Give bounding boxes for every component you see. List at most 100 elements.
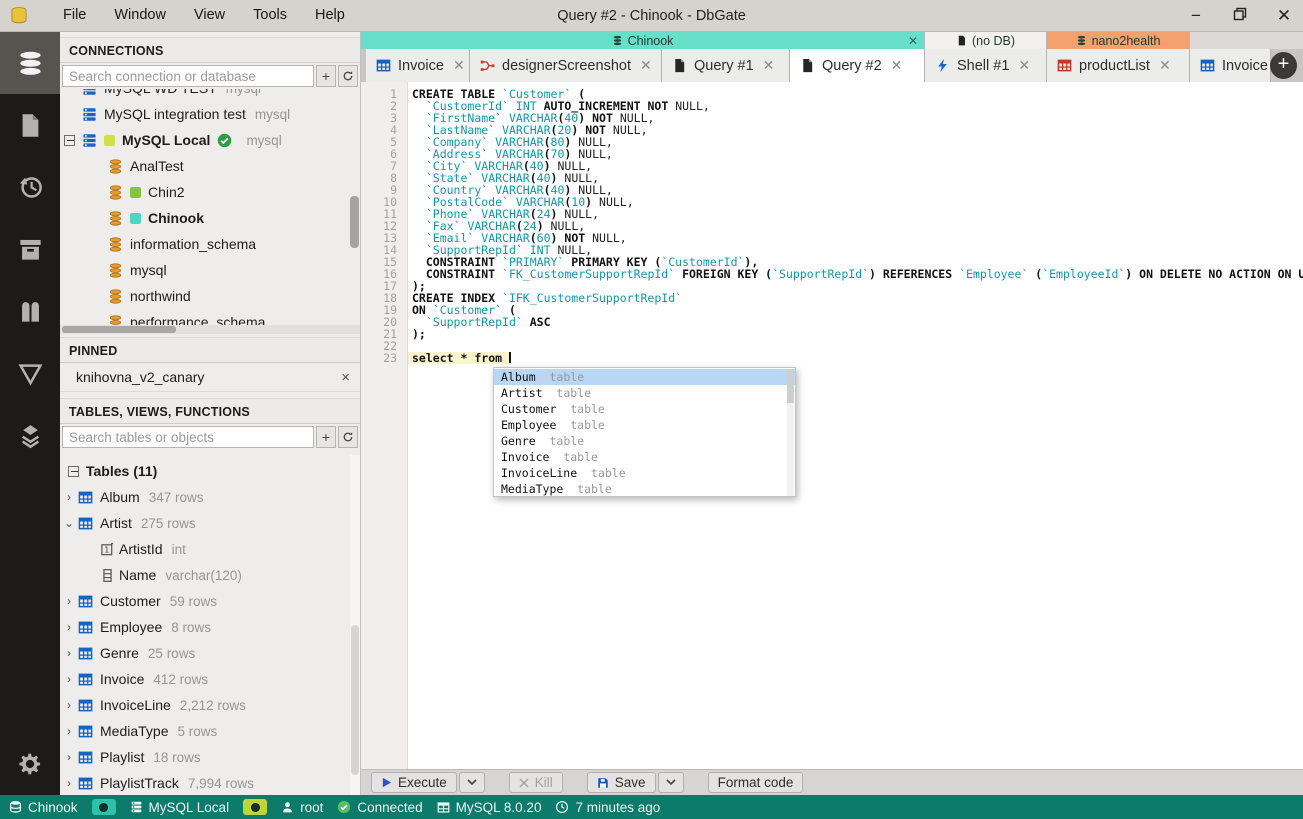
tab-query-1[interactable]: Query #1 ✕ bbox=[662, 49, 790, 82]
save-button[interactable]: Save bbox=[586, 772, 656, 793]
chevron-right-icon[interactable]: › bbox=[60, 724, 78, 738]
close-group-icon[interactable]: ✕ bbox=[908, 34, 918, 48]
chevron-right-icon[interactable]: › bbox=[60, 490, 78, 504]
tab-query-2[interactable]: Query #2 ✕ bbox=[790, 49, 925, 82]
connection-item[interactable]: MySQL WD TEST mysql bbox=[60, 89, 360, 101]
kill-button[interactable]: Kill bbox=[508, 772, 563, 793]
rail-app-layers-button[interactable] bbox=[0, 404, 60, 466]
objects-search-input[interactable] bbox=[62, 426, 314, 448]
statusbar-database[interactable]: Chinook bbox=[9, 800, 78, 815]
tab-shell-1[interactable]: Shell #1 ✕ bbox=[925, 49, 1047, 82]
format-code-button[interactable]: Format code bbox=[707, 772, 804, 793]
menu-view[interactable]: View bbox=[180, 0, 239, 31]
code-line[interactable]: 16 CONSTRAINT `FK_CustomerSupportRepId` … bbox=[361, 268, 1303, 280]
tab-invoice[interactable]: Invoice ✕ bbox=[366, 49, 470, 82]
close-tab-icon[interactable]: ✕ bbox=[453, 57, 465, 74]
tab-group-nano2health[interactable]: nano2health bbox=[1047, 32, 1190, 49]
autocomplete-item[interactable]: InvoiceLine table bbox=[494, 465, 795, 481]
autocomplete-item[interactable]: Employee table bbox=[494, 417, 795, 433]
database-item[interactable]: AnalTest bbox=[60, 153, 360, 179]
database-item[interactable]: performance_schema bbox=[60, 309, 360, 325]
database-item[interactable]: northwind bbox=[60, 283, 360, 309]
menu-help[interactable]: Help bbox=[301, 0, 359, 31]
code-line[interactable]: 21); bbox=[361, 328, 1303, 340]
table-item[interactable]: › Invoice 412 rows bbox=[60, 666, 360, 692]
minimize-button[interactable]: − bbox=[1185, 6, 1207, 26]
chevron-right-icon[interactable]: › bbox=[60, 646, 78, 660]
chevron-right-icon[interactable]: › bbox=[60, 776, 78, 790]
connection-item[interactable]: MySQL integration test mysql bbox=[60, 101, 360, 127]
table-item[interactable]: › MediaType 5 rows bbox=[60, 718, 360, 744]
chevron-right-icon[interactable]: › bbox=[60, 620, 78, 634]
chevron-down-icon[interactable]: ⌄ bbox=[60, 516, 78, 530]
tab-productlist[interactable]: productList ✕ bbox=[1047, 49, 1190, 82]
close-tab-icon[interactable]: ✕ bbox=[1159, 57, 1171, 74]
table-item[interactable]: › PlaylistTrack 7,994 rows bbox=[60, 770, 360, 795]
table-item[interactable]: › Playlist 18 rows bbox=[60, 744, 360, 770]
close-tab-icon[interactable]: ✕ bbox=[891, 57, 903, 74]
tab-group--no-db-[interactable]: (no DB) bbox=[925, 32, 1047, 49]
code-line[interactable]: 20 `SupportRepId` ASC bbox=[361, 316, 1303, 328]
close-tab-icon[interactable]: ✕ bbox=[1018, 57, 1030, 74]
table-item[interactable]: › Genre 25 rows bbox=[60, 640, 360, 666]
tables-group-row[interactable]: Tables (11) bbox=[60, 458, 360, 484]
close-tab-icon[interactable]: ✕ bbox=[763, 57, 775, 74]
tab-invoice[interactable]: Invoice bbox=[1190, 49, 1271, 82]
autocomplete-item[interactable]: Invoice table bbox=[494, 449, 795, 465]
database-item[interactable]: mysql bbox=[60, 257, 360, 283]
rail-files-button[interactable] bbox=[0, 94, 60, 156]
connections-search-input[interactable] bbox=[62, 65, 314, 87]
refresh-connections-button[interactable] bbox=[338, 65, 358, 87]
close-button[interactable]: ✕ bbox=[1273, 6, 1295, 26]
table-item[interactable]: ⌄ Artist 275 rows bbox=[60, 510, 360, 536]
add-connection-button[interactable]: + bbox=[316, 65, 336, 87]
add-object-button[interactable]: + bbox=[316, 426, 336, 448]
autocomplete-item[interactable]: MediaType table bbox=[494, 481, 795, 497]
database-item[interactable]: information_schema bbox=[60, 231, 360, 257]
column-item[interactable]: Name varchar(120) bbox=[60, 562, 360, 588]
rail-connections-button[interactable] bbox=[0, 32, 60, 94]
chevron-right-icon[interactable]: › bbox=[60, 750, 78, 764]
autocomplete-scrollbar[interactable] bbox=[787, 369, 794, 496]
refresh-objects-button[interactable] bbox=[338, 426, 358, 448]
autocomplete-item[interactable]: Genre table bbox=[494, 433, 795, 449]
unpin-close-icon[interactable]: × bbox=[341, 369, 350, 386]
autocomplete-item[interactable]: Artist table bbox=[494, 385, 795, 401]
save-dropdown-button[interactable] bbox=[657, 772, 684, 793]
statusbar-server[interactable]: MySQL Local bbox=[130, 800, 229, 815]
rail-archive-button[interactable] bbox=[0, 218, 60, 280]
autocomplete-item[interactable]: Customer table bbox=[494, 401, 795, 417]
new-tab-button[interactable]: + bbox=[1270, 52, 1297, 79]
rail-plugins-button[interactable] bbox=[0, 280, 60, 342]
settings-button[interactable] bbox=[0, 739, 60, 789]
rail-single-database-button[interactable] bbox=[0, 342, 60, 404]
pinned-item[interactable]: knihovna_v2_canary × bbox=[60, 363, 360, 392]
database-item[interactable]: Chin2 bbox=[60, 179, 360, 205]
tab-group-chinook[interactable]: Chinook ✕ bbox=[361, 32, 925, 49]
restore-button[interactable] bbox=[1229, 6, 1251, 26]
collapse-icon[interactable] bbox=[68, 465, 79, 477]
execute-button[interactable]: Execute bbox=[371, 772, 457, 793]
table-item[interactable]: › InvoiceLine 2,212 rows bbox=[60, 692, 360, 718]
execute-dropdown-button[interactable] bbox=[458, 772, 485, 793]
connections-vscrollbar[interactable] bbox=[350, 196, 359, 248]
database-item[interactable]: Chinook bbox=[60, 205, 360, 231]
rail-history-button[interactable] bbox=[0, 156, 60, 218]
chevron-right-icon[interactable]: › bbox=[60, 672, 78, 686]
table-item[interactable]: › Employee 8 rows bbox=[60, 614, 360, 640]
close-tab-icon[interactable]: ✕ bbox=[640, 57, 652, 74]
menu-window[interactable]: Window bbox=[100, 0, 180, 31]
autocomplete-item[interactable]: Album table bbox=[494, 369, 795, 385]
connection-item[interactable]: MySQL Local mysql bbox=[60, 127, 360, 153]
table-item[interactable]: › Customer 59 rows bbox=[60, 588, 360, 614]
menu-file[interactable]: File bbox=[49, 0, 100, 31]
connections-hscrollbar[interactable] bbox=[60, 325, 360, 334]
chevron-right-icon[interactable]: › bbox=[60, 698, 78, 712]
tab-designerscreenshot[interactable]: designerScreenshot ✕ bbox=[470, 49, 662, 82]
collapse-icon[interactable] bbox=[64, 134, 75, 146]
chevron-right-icon[interactable]: › bbox=[60, 594, 78, 608]
column-item[interactable]: 1 ArtistId int bbox=[60, 536, 360, 562]
code-line[interactable]: 23 select * from bbox=[361, 352, 1303, 364]
menu-tools[interactable]: Tools bbox=[239, 0, 301, 31]
table-item[interactable]: › Album 347 rows bbox=[60, 484, 360, 510]
